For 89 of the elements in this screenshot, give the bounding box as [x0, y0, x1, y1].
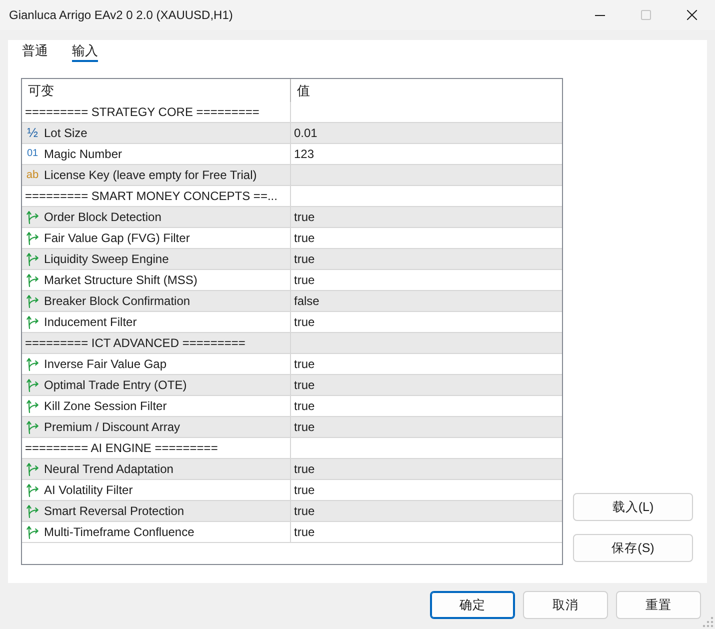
branch-arrow-icon: [26, 483, 39, 497]
table-row[interactable]: Inducement Filter true: [22, 312, 562, 333]
parameter-name: Breaker Block Confirmation: [44, 294, 190, 308]
parameter-name: Inverse Fair Value Gap: [44, 357, 167, 371]
parameter-value: true: [294, 399, 315, 413]
parameter-value: true: [294, 315, 315, 329]
branch-arrow-icon: [26, 399, 39, 413]
parameter-value: true: [294, 462, 315, 476]
branch-arrow-icon: [26, 294, 39, 308]
table-row[interactable]: ½ Lot Size 0.01: [22, 123, 562, 144]
branch-arrow-icon: [26, 231, 39, 245]
parameter-name: Smart Reversal Protection: [44, 504, 184, 518]
parameter-name: Magic Number: [44, 147, 122, 161]
parameter-name: Liquidity Sweep Engine: [44, 252, 169, 266]
parameter-value: true: [294, 420, 315, 434]
tab[interactable]: 输入: [72, 40, 98, 62]
table-row[interactable]: ========= STRATEGY CORE =========: [22, 102, 562, 123]
resize-grip-icon[interactable]: [702, 616, 713, 627]
maximize-icon: [641, 10, 651, 20]
table-row[interactable]: Inverse Fair Value Gap true: [22, 354, 562, 375]
table-row[interactable]: Neural Trend Adaptation true: [22, 459, 562, 480]
branch-arrow-icon: [26, 210, 39, 224]
parameter-name: Market Structure Shift (MSS): [44, 273, 198, 287]
section-header: ========= AI ENGINE =========: [25, 441, 218, 455]
parameter-name: Inducement Filter: [44, 315, 137, 329]
branch-arrow-icon: [26, 525, 39, 539]
section-header: ========= SMART MONEY CONCEPTS ==...: [25, 189, 278, 203]
branch-arrow-icon: [26, 462, 39, 476]
branch-arrow-icon: [26, 378, 39, 392]
parameter-value: true: [294, 504, 315, 518]
table-row[interactable]: Breaker Block Confirmation false: [22, 291, 562, 312]
table-row[interactable]: 01 Magic Number 123: [22, 144, 562, 165]
parameter-value: true: [294, 525, 315, 539]
section-header: ========= ICT ADVANCED =========: [25, 336, 246, 350]
parameter-value: true: [294, 210, 315, 224]
parameter-name: Order Block Detection: [44, 210, 162, 224]
branch-arrow-icon: [26, 357, 39, 371]
table-row[interactable]: Smart Reversal Protection true: [22, 501, 562, 522]
parameter-name: Fair Value Gap (FVG) Filter: [44, 231, 190, 245]
parameter-name: Kill Zone Session Filter: [44, 399, 167, 413]
dialog-button[interactable]: 重置: [616, 591, 701, 619]
table-row[interactable]: ========= ICT ADVANCED =========: [22, 333, 562, 354]
tab[interactable]: 普通: [22, 40, 48, 62]
dialog-button[interactable]: 取消: [523, 591, 608, 619]
branch-arrow-icon: [26, 252, 39, 266]
parameter-name: Neural Trend Adaptation: [44, 462, 174, 476]
column-header[interactable]: 可变: [28, 82, 54, 100]
parameter-value: true: [294, 273, 315, 287]
parameter-name: Multi-Timeframe Confluence: [44, 525, 194, 539]
parameter-name: License Key (leave empty for Free Trial): [44, 168, 257, 182]
parameter-name: Premium / Discount Array: [44, 420, 180, 434]
branch-arrow-icon: [26, 420, 39, 434]
branch-arrow-icon: [26, 504, 39, 518]
section-header: ========= STRATEGY CORE =========: [25, 105, 260, 119]
minimize-icon: [595, 14, 605, 16]
side-button[interactable]: 保存(S): [573, 534, 693, 562]
parameter-name: Lot Size: [44, 126, 88, 140]
branch-arrow-icon: [26, 315, 39, 329]
parameter-value: false: [294, 294, 320, 308]
parameter-value: true: [294, 252, 315, 266]
parameter-value: true: [294, 483, 315, 497]
column-header[interactable]: 值: [297, 82, 310, 100]
parameter-name: AI Volatility Filter: [44, 483, 133, 497]
side-button[interactable]: 载入(L): [573, 493, 693, 521]
table-row[interactable]: ========= SMART MONEY CONCEPTS ==...: [22, 186, 562, 207]
table-row[interactable]: Market Structure Shift (MSS) true: [22, 270, 562, 291]
table-row[interactable]: ========= AI ENGINE =========: [22, 438, 562, 459]
digits-icon: 01: [25, 147, 40, 161]
table-row[interactable]: Order Block Detection true: [22, 207, 562, 228]
letters-icon: ab: [25, 168, 40, 182]
dialog-button[interactable]: 确定: [430, 591, 515, 619]
parameter-value: 123: [294, 147, 314, 161]
parameter-value: 0.01: [294, 126, 318, 140]
table-row[interactable]: Kill Zone Session Filter true: [22, 396, 562, 417]
parameter-value: true: [294, 357, 315, 371]
parameter-value: true: [294, 231, 315, 245]
close-icon: [687, 10, 697, 20]
table-row[interactable]: Optimal Trade Entry (OTE) true: [22, 375, 562, 396]
table-row[interactable]: Multi-Timeframe Confluence true: [22, 522, 562, 543]
parameter-name: Optimal Trade Entry (OTE): [44, 378, 187, 392]
table-row[interactable]: AI Volatility Filter true: [22, 480, 562, 501]
branch-arrow-icon: [26, 273, 39, 287]
window-title: Gianluca Arrigo EAv2 0 2.0 (XAUUSD,H1): [8, 8, 233, 22]
parameter-value: true: [294, 378, 315, 392]
table-row[interactable]: Premium / Discount Array true: [22, 417, 562, 438]
table-row[interactable]: Fair Value Gap (FVG) Filter true: [22, 228, 562, 249]
table-row[interactable]: Liquidity Sweep Engine true: [22, 249, 562, 270]
fraction-icon: ½: [25, 126, 40, 140]
table-row[interactable]: ab License Key (leave empty for Free Trial): [22, 165, 562, 186]
